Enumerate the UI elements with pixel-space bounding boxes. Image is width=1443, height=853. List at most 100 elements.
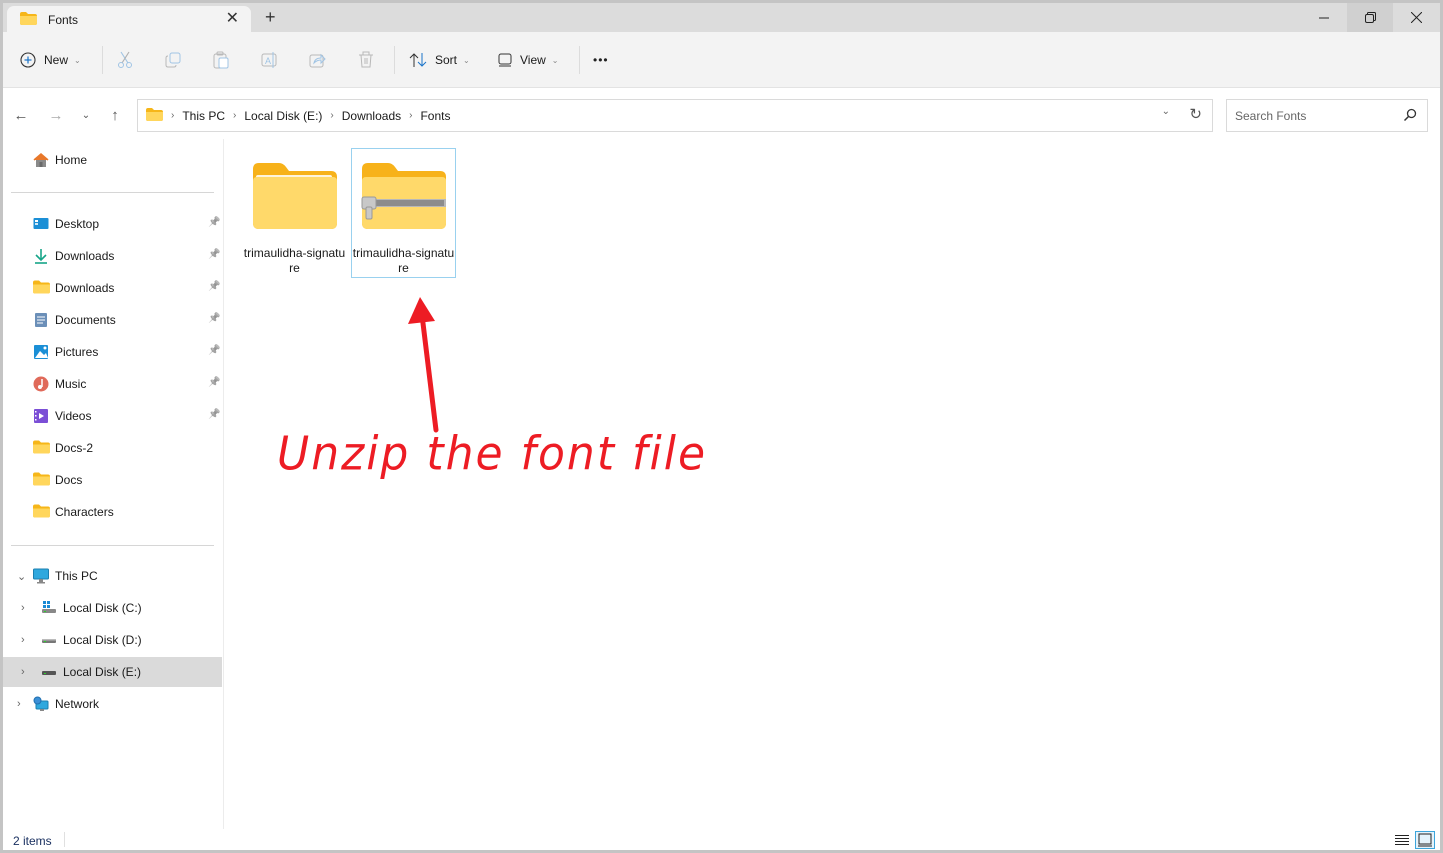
sidebar-item-label: Local Disk (D:)	[63, 633, 142, 647]
sidebar-item-local-disk-c[interactable]: › Local Disk (C:)	[3, 593, 222, 623]
breadcrumb-fonts[interactable]: Fonts	[420, 109, 450, 123]
back-button[interactable]: ←	[11, 105, 31, 125]
new-label: New	[44, 53, 69, 67]
more-icon: •••	[593, 53, 609, 67]
pin-icon[interactable]: 📌	[208, 249, 220, 260]
up-button[interactable]: ↑	[105, 105, 125, 125]
sidebar-item-videos[interactable]: Videos 📌	[3, 401, 222, 431]
pin-icon[interactable]: 📌	[208, 409, 220, 420]
home-icon	[33, 152, 49, 168]
chevron-right-icon[interactable]: ›	[409, 110, 412, 121]
chevron-right-icon[interactable]: ›	[21, 666, 25, 678]
sidebar-item-downloads-folder[interactable]: Downloads 📌	[3, 273, 222, 303]
address-history-dropdown[interactable]: ⌄	[1162, 106, 1170, 117]
status-bar: 2 items	[3, 829, 1440, 850]
sidebar-item-network[interactable]: › Network	[3, 689, 222, 719]
view-button[interactable]: View ⌄	[498, 48, 559, 72]
network-icon	[33, 696, 49, 712]
sidebar-item-label: Documents	[55, 313, 116, 327]
details-view-button[interactable]	[1392, 831, 1412, 849]
search-input[interactable]	[1235, 108, 1395, 123]
sidebar-item-downloads[interactable]: Downloads 📌	[3, 241, 222, 271]
chevron-right-icon[interactable]: ›	[17, 698, 21, 710]
sidebar-item-characters[interactable]: Characters	[3, 497, 222, 527]
pin-icon[interactable]: 📌	[208, 313, 220, 324]
sidebar-item-music[interactable]: Music 📌	[3, 369, 222, 399]
address-row: ← → ⌄ ↑ › This PC › Local Disk (E:) › Do…	[3, 89, 1440, 139]
rename-button[interactable]: A	[261, 48, 279, 72]
file-explorer-window: Fonts ✕ + New ⌄ A Sort ⌄ View ⌄ ••• ← → …	[3, 3, 1440, 850]
sidebar-item-local-disk-e[interactable]: › Local Disk (E:)	[3, 657, 222, 687]
sort-label: Sort	[435, 53, 458, 67]
chevron-right-icon[interactable]: ›	[330, 110, 333, 121]
forward-button[interactable]: →	[46, 105, 66, 125]
new-button[interactable]: New ⌄	[20, 48, 81, 72]
sidebar-item-desktop[interactable]: Desktop 📌	[3, 209, 222, 239]
sidebar-item-pictures[interactable]: Pictures 📌	[3, 337, 222, 367]
cut-icon	[118, 51, 132, 68]
sidebar-item-this-pc[interactable]: ⌄ This PC	[3, 561, 222, 591]
cut-button[interactable]	[117, 48, 133, 72]
more-options-button[interactable]: •••	[593, 48, 609, 72]
folder-icon	[33, 280, 50, 296]
chevron-down-icon[interactable]: ⌄	[17, 570, 26, 583]
refresh-icon[interactable]: ↻	[1189, 105, 1202, 123]
chevron-right-icon[interactable]: ›	[171, 110, 174, 121]
sidebar-item-label: Videos	[55, 409, 92, 423]
view-icon	[498, 53, 512, 67]
pin-icon[interactable]: 📌	[208, 345, 220, 356]
breadcrumb-this-pc[interactable]: This PC	[182, 109, 225, 123]
breadcrumb-downloads[interactable]: Downloads	[342, 109, 401, 123]
pin-icon[interactable]: 📌	[208, 217, 220, 228]
minimize-icon	[1319, 17, 1329, 18]
search-icon	[1403, 108, 1417, 125]
breadcrumb-local-disk-e[interactable]: Local Disk (E:)	[244, 109, 322, 123]
sidebar-item-label: This PC	[55, 569, 98, 583]
tab-fonts[interactable]: Fonts ✕	[7, 6, 251, 33]
command-bar: New ⌄ A Sort ⌄ View ⌄ •••	[3, 32, 1440, 88]
sidebar-item-label: Docs-2	[55, 441, 94, 455]
rename-icon: A	[261, 52, 277, 68]
file-list: trimaulidha-signature trimaulidha-signat…	[225, 139, 1440, 829]
copy-icon	[165, 52, 181, 68]
chevron-down-icon: ⌄	[81, 109, 91, 121]
chevron-right-icon[interactable]: ›	[233, 110, 236, 121]
pin-icon[interactable]: 📌	[208, 281, 220, 292]
copy-button[interactable]	[165, 48, 181, 72]
pin-icon[interactable]: 📌	[208, 377, 220, 388]
pictures-icon	[33, 344, 49, 360]
paste-button[interactable]	[213, 48, 229, 72]
breadcrumb: › This PC › Local Disk (E:) › Downloads …	[146, 107, 450, 124]
paste-icon	[213, 51, 229, 69]
new-tab-button[interactable]: +	[265, 7, 276, 27]
large-icons-view-button[interactable]	[1415, 831, 1435, 849]
desktop-icon	[33, 216, 49, 232]
chevron-right-icon[interactable]: ›	[21, 634, 25, 646]
sidebar-item-docs[interactable]: Docs	[3, 465, 222, 495]
close-tab-icon[interactable]: ✕	[226, 9, 239, 29]
search-box[interactable]	[1226, 99, 1428, 132]
restore-button[interactable]	[1347, 3, 1393, 32]
sidebar-item-home[interactable]: Home	[3, 145, 222, 175]
chevron-down-icon: ⌄	[551, 55, 559, 65]
sidebar-item-local-disk-d[interactable]: › Local Disk (D:)	[3, 625, 222, 655]
videos-icon	[33, 408, 49, 424]
sort-button[interactable]: Sort ⌄	[409, 48, 470, 72]
title-bar: Fonts ✕ +	[3, 3, 1440, 33]
chevron-right-icon[interactable]: ›	[21, 602, 25, 614]
delete-icon	[359, 51, 373, 68]
divider	[394, 46, 395, 74]
music-icon	[33, 376, 49, 392]
computer-icon	[33, 568, 49, 584]
sidebar-item-docs-2[interactable]: Docs-2	[3, 433, 222, 463]
divider	[11, 192, 214, 193]
delete-button[interactable]	[358, 48, 374, 72]
share-button[interactable]	[309, 48, 327, 72]
divider	[102, 46, 103, 74]
minimize-button[interactable]	[1301, 3, 1347, 32]
recent-locations-button[interactable]: ⌄	[76, 105, 96, 125]
close-window-button[interactable]	[1393, 3, 1439, 32]
divider	[64, 832, 65, 847]
address-bar[interactable]: › This PC › Local Disk (E:) › Downloads …	[137, 99, 1213, 132]
sidebar-item-documents[interactable]: Documents 📌	[3, 305, 222, 335]
